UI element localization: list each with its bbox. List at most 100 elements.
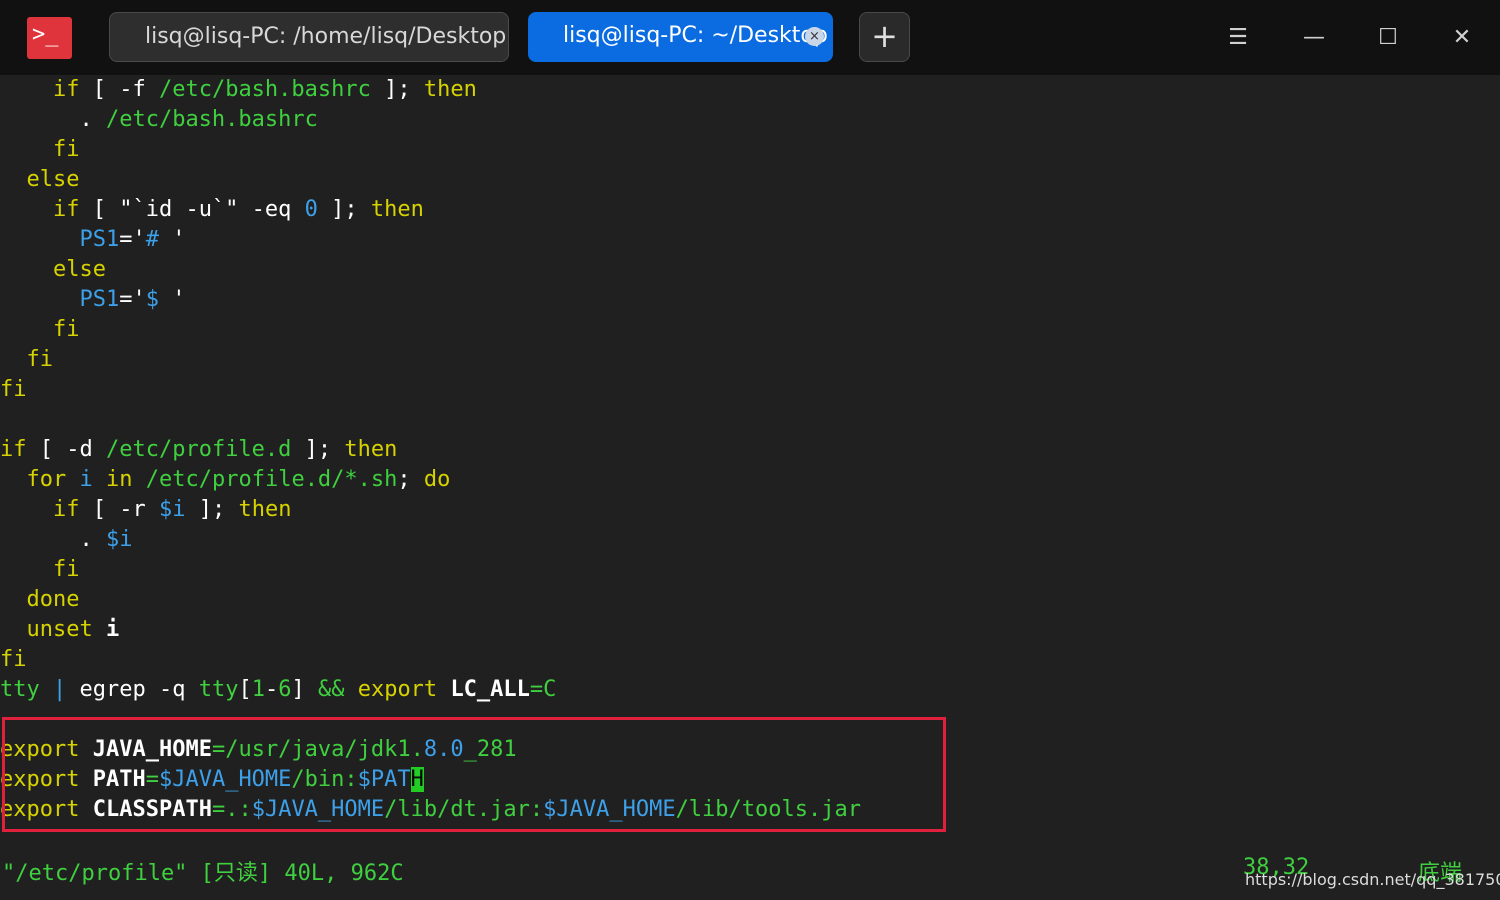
code-token: | <box>39 677 80 702</box>
code-token: ]; <box>291 437 345 462</box>
code-token: if <box>52 197 80 222</box>
code-token: else <box>52 257 106 282</box>
tab-label: lisq@lisq-PC: ~/Desktop <box>563 23 828 48</box>
code-token: fi <box>0 377 27 402</box>
code-token: . <box>0 107 106 132</box>
terminal-line: fi <box>0 315 80 345</box>
code-token: unset <box>26 617 93 642</box>
terminal-line: for i in /etc/profile.d/*.sh; do <box>0 465 451 495</box>
terminal-line: if [ -r $i ]; then <box>0 495 291 525</box>
terminal-line: done <box>0 585 80 615</box>
terminal-line: fi <box>0 135 80 165</box>
code-token: else <box>26 167 80 192</box>
title-bar: >_ lisq@lisq-PC: /home/lisq/Desktop lisq… <box>0 0 1500 75</box>
watermark-text: https://blog.csdn.net/qq_38175040 <box>1245 870 1500 889</box>
code-token: fi <box>52 557 80 582</box>
terminal-line: PS1='$ ' <box>0 285 185 315</box>
code-token: if <box>0 437 27 462</box>
code-token: fi <box>0 647 27 672</box>
code-token: in <box>106 467 133 492</box>
terminal-line: fi <box>0 645 27 675</box>
terminal-line: fi <box>0 345 54 375</box>
code-token: $i <box>158 497 186 522</box>
code-token: $ <box>145 287 159 312</box>
tab-label: lisq@lisq-PC: /home/lisq/Desktop <box>145 24 507 49</box>
tab-home-desktop[interactable]: lisq@lisq-PC: /home/lisq/Desktop <box>109 12 509 62</box>
menu-icon[interactable]: ☰ <box>1220 20 1256 56</box>
code-token: then <box>423 77 477 102</box>
code-token: then <box>370 197 424 222</box>
maximize-icon[interactable]: ☐ <box>1370 20 1406 56</box>
terminal-line: . $i <box>0 525 132 555</box>
code-token: PS1 <box>79 227 120 252</box>
code-token: =' <box>119 227 146 252</box>
code-token: then <box>238 497 292 522</box>
terminal-line: fi <box>0 375 27 405</box>
code-token: [ <box>238 677 252 702</box>
close-icon[interactable]: ✕ <box>1444 20 1480 56</box>
code-token: for <box>26 467 67 492</box>
code-token: ] <box>291 677 305 702</box>
code-token: egrep -q <box>79 677 199 702</box>
code-token: && <box>304 677 358 702</box>
code-token: = <box>529 677 544 702</box>
terminal-app-icon: >_ <box>27 17 72 59</box>
code-token: fi <box>52 137 80 162</box>
code-token: 6 <box>278 677 292 702</box>
code-token: =' <box>119 287 146 312</box>
terminal-line: tty | egrep -q tty[1-6] && export LC_ALL… <box>0 675 556 705</box>
code-token: PS1 <box>79 287 120 312</box>
code-token: fi <box>26 347 54 372</box>
code-token: if <box>52 497 80 522</box>
code-token: ]; <box>317 197 371 222</box>
tab-close-icon[interactable]: × <box>805 27 824 46</box>
highlight-box <box>2 717 946 832</box>
code-token: $i <box>105 527 133 552</box>
code-token: if <box>52 77 80 102</box>
new-tab-button[interactable]: + <box>859 12 910 62</box>
code-token: - <box>264 677 279 702</box>
code-token: # <box>145 227 159 252</box>
code-token: ]; <box>370 77 424 102</box>
code-token: /etc/bash.bashrc <box>105 107 318 132</box>
terminal-line: unset i <box>0 615 120 645</box>
terminal-line: if [ -d /etc/profile.d ]; then <box>0 435 397 465</box>
code-token: LC_ALL <box>450 677 530 702</box>
code-token: [ -r <box>79 497 159 522</box>
code-token: ; <box>397 467 424 492</box>
code-token: /etc/profile.d <box>105 437 292 462</box>
code-token: [ -f <box>79 77 159 102</box>
terminal-line: if [ "`id -u`" -eq 0 ]; then <box>0 195 424 225</box>
code-token: export <box>357 677 438 702</box>
code-token: [ "`id -u`" -eq <box>79 197 305 222</box>
status-file-info: "/etc/profile" [只读] 40L, 962C <box>2 861 404 886</box>
tab-desktop-active[interactable]: lisq@lisq-PC: ~/Desktop × <box>528 12 833 62</box>
code-token: do <box>423 467 451 492</box>
code-token: ' <box>158 287 186 312</box>
code-token: C <box>543 677 557 702</box>
code-token: i <box>105 617 120 642</box>
code-token: tty <box>0 677 40 702</box>
code-token: . <box>0 527 106 552</box>
minimize-icon[interactable]: — <box>1296 20 1332 56</box>
code-token: tty <box>198 677 239 702</box>
terminal-line: if [ -f /etc/bash.bashrc ]; then <box>0 75 477 105</box>
terminal-line: . /etc/bash.bashrc <box>0 105 318 135</box>
